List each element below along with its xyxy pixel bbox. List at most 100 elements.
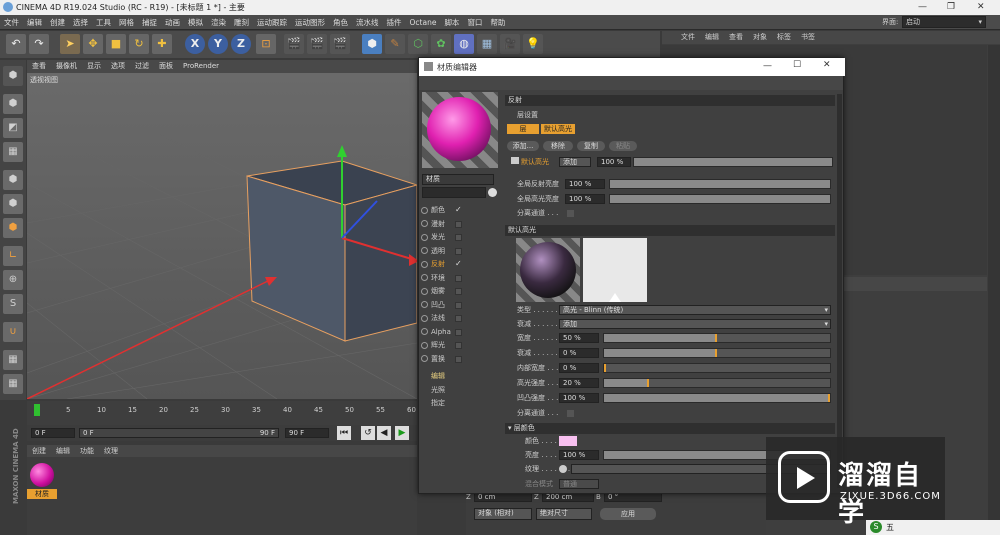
separate-pass-checkbox-1[interactable] — [567, 210, 574, 217]
recent-tool-icon[interactable]: ✚ — [152, 34, 172, 54]
global-spec-field[interactable]: 100 % — [565, 194, 605, 204]
channel-checkbox[interactable] — [455, 301, 462, 309]
material-name-field[interactable]: 材质 — [422, 174, 494, 185]
channel-checkbox[interactable] — [455, 342, 462, 349]
coord-mode-select[interactable]: 对象 (相对) — [474, 508, 532, 520]
channel-item[interactable]: 置换 — [419, 353, 462, 366]
channel-item[interactable]: 漫射 — [419, 218, 462, 231]
viewport-menu-item[interactable]: ProRender — [178, 61, 224, 71]
viewport-menu-item[interactable]: 面板 — [154, 60, 178, 72]
array-icon[interactable]: ✿ — [431, 34, 451, 54]
floor-icon[interactable]: ▦ — [477, 34, 497, 54]
material-menu-item[interactable]: 功能 — [75, 445, 99, 457]
menu-item[interactable]: 捕捉 — [138, 15, 161, 30]
menu-item[interactable]: 动画 — [161, 15, 184, 30]
add-layer-button[interactable]: 添加... — [507, 141, 539, 151]
copy-layer-button[interactable]: 复制 — [577, 141, 605, 151]
select-icon[interactable]: ➤ — [60, 34, 80, 54]
channel-checkbox[interactable] — [455, 234, 462, 241]
spec-param-slider[interactable] — [603, 378, 831, 388]
material-menu-item[interactable]: 编辑 — [51, 445, 75, 457]
menu-item[interactable]: 脚本 — [440, 15, 463, 30]
viewport-menu-item[interactable]: 摄像机 — [51, 60, 82, 72]
ime-mode[interactable]: 五 — [886, 522, 894, 533]
menu-item[interactable]: 创建 — [46, 15, 69, 30]
menu-item[interactable]: 运动图形 — [291, 15, 329, 30]
snap-icon[interactable]: S — [3, 294, 23, 314]
render-picture-icon[interactable]: 🎬 — [307, 34, 327, 54]
menu-item[interactable]: 工具 — [92, 15, 115, 30]
perspective-viewport[interactable]: 透视视图 — [27, 73, 417, 399]
editor-minimize-icon[interactable]: — — [763, 61, 772, 71]
separate-pass-checkbox-2[interactable] — [567, 410, 574, 417]
channel-checkbox[interactable] — [455, 220, 462, 228]
z-axis-icon[interactable]: Z — [231, 34, 251, 54]
viewport-menu-item[interactable]: 显示 — [82, 60, 106, 72]
editor-extra-item[interactable]: 指定 — [431, 397, 445, 410]
render-view-icon[interactable]: 🎬 — [284, 34, 304, 54]
restore-icon[interactable]: ❐ — [947, 2, 955, 12]
layer-opacity-field[interactable]: 100 % — [597, 157, 631, 167]
channel-checkbox[interactable] — [455, 274, 462, 282]
editor-scrollbar[interactable] — [837, 94, 842, 488]
loop-icon[interactable]: ↺ — [361, 426, 375, 440]
channel-checkbox[interactable] — [455, 328, 462, 336]
start-frame-field[interactable]: 0 F — [31, 428, 75, 438]
menu-item[interactable]: 窗口 — [463, 15, 486, 30]
viewport-menu-item[interactable]: 过滤 — [130, 60, 154, 72]
spec-param-slider[interactable] — [603, 393, 831, 403]
channel-item[interactable]: 烟雾 — [419, 285, 462, 298]
subdivision-icon[interactable]: ⬡ — [408, 34, 428, 54]
y-axis-icon[interactable]: Y — [208, 34, 228, 54]
spec-param-slider[interactable] — [603, 363, 831, 373]
channel-item[interactable]: 透明 — [419, 245, 462, 258]
object-menu-item[interactable]: 文件 — [676, 31, 700, 43]
minimize-icon[interactable]: — — [918, 2, 927, 12]
editor-maximize-icon[interactable]: ☐ — [793, 60, 801, 70]
menu-item[interactable]: Octane — [406, 16, 441, 29]
deformer-icon[interactable]: ◍ — [454, 34, 474, 54]
menu-item[interactable]: 流水线 — [352, 15, 383, 30]
channel-item[interactable]: 凹凸 — [419, 299, 462, 312]
object-menu-item[interactable]: 书签 — [796, 31, 820, 43]
object-menu-item[interactable]: 对象 — [748, 31, 772, 43]
layer-opacity-slider[interactable] — [633, 157, 833, 167]
channel-checkbox[interactable]: ✓ — [455, 260, 462, 268]
spec-atten-select[interactable]: 添加 ▾ — [559, 319, 831, 329]
spec-param-field[interactable]: 100 % — [559, 393, 599, 403]
channel-checkbox[interactable] — [455, 355, 462, 363]
menu-item[interactable]: 插件 — [383, 15, 406, 30]
spec-param-field[interactable]: 20 % — [559, 378, 599, 388]
object-menu-item[interactable]: 查看 — [724, 31, 748, 43]
layer-row[interactable]: 默认高光 添加 100 % — [511, 157, 835, 168]
layer-color-swatch[interactable] — [559, 436, 577, 446]
move-icon[interactable]: ✥ — [83, 34, 103, 54]
light-icon[interactable]: 💡 — [523, 34, 543, 54]
menu-item[interactable]: 文件 — [0, 15, 23, 30]
channel-checkbox[interactable] — [455, 247, 462, 255]
coord-system-icon[interactable]: ⊡ — [256, 34, 276, 54]
menu-item[interactable]: 网格 — [115, 15, 138, 30]
global-reflect-field[interactable]: 100 % — [565, 179, 605, 189]
tweak-icon[interactable]: ⊕ — [3, 270, 23, 290]
channel-item[interactable]: 反射 ✓ — [419, 258, 462, 271]
object-menu-item[interactable]: 标签 — [772, 31, 796, 43]
playhead[interactable] — [34, 404, 40, 416]
menu-item[interactable]: 编辑 — [23, 15, 46, 30]
undo-icon[interactable]: ↶ — [6, 34, 26, 54]
x-axis-icon[interactable]: X — [185, 34, 205, 54]
spec-param-field[interactable]: 0 % — [559, 348, 599, 358]
scale-icon[interactable]: ■ — [106, 34, 126, 54]
rotate-icon[interactable]: ↻ — [129, 34, 149, 54]
ime-icon[interactable]: S — [870, 521, 882, 533]
spec-param-field[interactable]: 50 % — [559, 333, 599, 343]
viewport-menu-item[interactable]: 选项 — [106, 60, 130, 72]
apply-button[interactable]: 应用 — [600, 508, 656, 520]
picker-icon[interactable] — [488, 188, 497, 197]
workplane-icon[interactable]: ▦ — [3, 142, 23, 162]
editor-extra-item[interactable]: 编辑 — [431, 370, 445, 383]
end-frame-field[interactable]: 90 F — [285, 428, 329, 438]
material-thumbnail[interactable]: 材质 — [27, 461, 57, 499]
current-frame-field[interactable]: 0 F 90 F — [79, 428, 279, 438]
channel-item[interactable]: Alpha — [419, 326, 462, 339]
